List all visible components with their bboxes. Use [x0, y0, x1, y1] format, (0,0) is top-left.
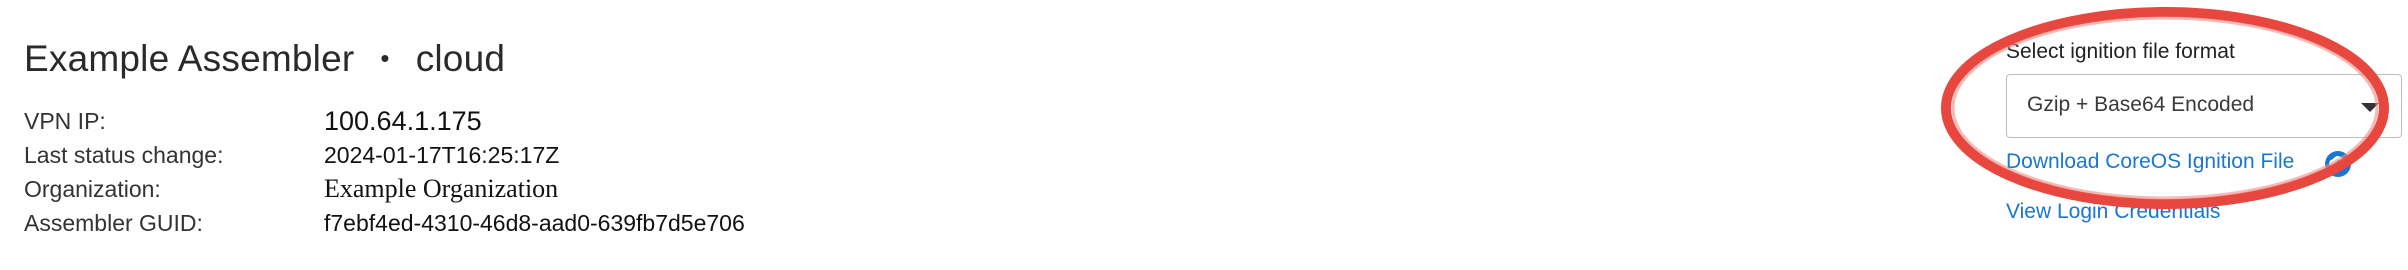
vpn-ip-value: 100.64.1.175	[324, 106, 482, 136]
assembler-guid-label: Assembler GUID:	[24, 210, 203, 236]
ignition-format-select[interactable]: Gzip + Base64 Encoded	[2006, 74, 2402, 138]
vpn-ip-label: VPN IP:	[24, 108, 106, 134]
cloud-download-icon[interactable]	[2324, 150, 2352, 178]
assembler-title: Example Assembler • cloud	[24, 38, 505, 80]
ignition-format-label: Select ignition file format	[2006, 40, 2235, 63]
last-status-change-label: Last status change:	[24, 142, 224, 168]
assembler-name: Example Assembler	[24, 38, 355, 79]
download-ignition-file-link[interactable]: Download CoreOS Ignition File	[2006, 150, 2294, 174]
detail-row-organization: Organization: Example Organization	[24, 172, 745, 206]
detail-row-assembler-guid: Assembler GUID: f7ebf4ed-4310-46d8-aad0-…	[24, 206, 745, 240]
organization-label: Organization:	[24, 176, 161, 202]
organization-value: Example Organization	[324, 174, 559, 203]
assembler-location: cloud	[415, 38, 506, 79]
last-status-change-value: 2024-01-17T16:25:17Z	[324, 142, 560, 168]
detail-row-vpn-ip: VPN IP: 100.64.1.175	[24, 104, 745, 138]
title-separator: •	[380, 43, 390, 73]
view-login-credentials-link[interactable]: View Login Credentials	[2006, 200, 2220, 224]
chevron-down-icon[interactable]	[2361, 103, 2379, 112]
ignition-panel: Select ignition file format Gzip + Base6…	[2006, 40, 2406, 270]
ignition-format-selected-value: Gzip + Base64 Encoded	[2027, 93, 2255, 116]
assembler-details: VPN IP: 100.64.1.175 Last status change:…	[24, 104, 745, 240]
assembler-guid-value: f7ebf4ed-4310-46d8-aad0-639fb7d5e706	[324, 210, 745, 236]
detail-row-last-status-change: Last status change: 2024-01-17T16:25:17Z	[24, 138, 745, 172]
